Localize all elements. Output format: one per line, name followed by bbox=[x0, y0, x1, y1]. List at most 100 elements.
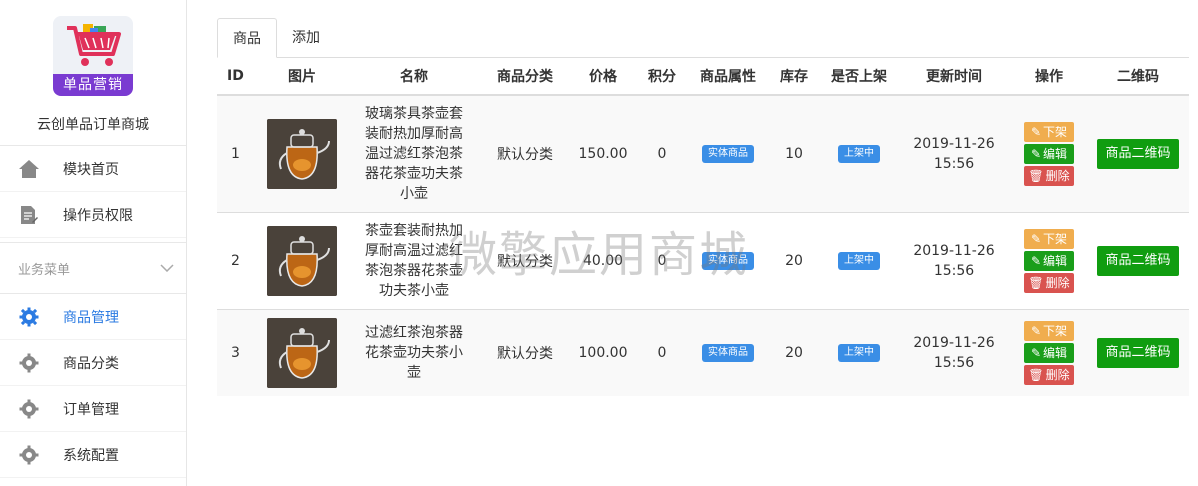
attr-badge: 实体商品 bbox=[702, 145, 754, 164]
delete-button[interactable]: 🗑 删除 bbox=[1024, 272, 1074, 293]
sidebar-item-product-management[interactable]: 商品管理 bbox=[0, 294, 186, 340]
trash-icon: 🗑 bbox=[1028, 275, 1044, 290]
delete-button[interactable]: 🗑 删除 bbox=[1024, 364, 1074, 385]
product-name: 过滤红茶泡茶器花茶壶功夫茶小壶 bbox=[365, 324, 463, 381]
cell-name: 茶壶套装耐热加厚耐高温过滤红茶泡茶器花茶壶功夫茶小壶 bbox=[349, 211, 479, 309]
button-label: 删除 bbox=[1045, 367, 1070, 382]
qrcode-button[interactable]: 商品二维码 bbox=[1097, 245, 1179, 276]
trash-icon: 🗑 bbox=[1028, 367, 1044, 382]
teapot-image bbox=[267, 317, 337, 388]
button-label: 编辑 bbox=[1043, 253, 1068, 268]
main-content: 商品 添加 ID 图片 名称 商品分类 价格 积分 商品属性 库存 是否上架 更… bbox=[187, 0, 1198, 486]
cell-status: 上架中 bbox=[821, 308, 897, 396]
product-thumbnail[interactable] bbox=[267, 118, 337, 189]
cell-stock: 20 bbox=[767, 308, 821, 396]
delete-button[interactable]: 🗑 删除 bbox=[1024, 165, 1074, 186]
table-row[interactable]: 2 茶壶套装耐热加厚耐高温过滤红茶泡茶器花茶壶功夫茶小壶 默认分类 40.00 … bbox=[217, 211, 1189, 309]
col-header-image: 图片 bbox=[255, 58, 349, 96]
col-header-price: 价格 bbox=[571, 58, 635, 96]
cell-actions: ✎ 下架 ✎ 编辑 🗑 删除 bbox=[1011, 94, 1087, 212]
cell-id: 1 bbox=[217, 94, 255, 212]
cell-updated: 2019-11-26 15:56 bbox=[897, 211, 1011, 309]
update-time: 15:56 bbox=[933, 354, 975, 371]
table-row[interactable]: 3 过滤红茶泡茶器花茶壶功夫茶小壶 默认分类 100.00 0 实体商品 20 … bbox=[217, 308, 1189, 396]
edit-button[interactable]: ✎ 编辑 bbox=[1024, 250, 1074, 271]
logo-label: 单品营销 bbox=[53, 74, 133, 96]
cell-actions: ✎ 下架 ✎ 编辑 🗑 删除 bbox=[1011, 211, 1087, 309]
col-header-attr: 商品属性 bbox=[689, 58, 767, 96]
sidebar: 单品营销 云创单品订单商城 模块首页 操作员权限 业务菜单 商品管理 商品分类 … bbox=[0, 0, 187, 486]
edit-button[interactable]: ✎ 编辑 bbox=[1024, 342, 1074, 363]
table-header-row: ID 图片 名称 商品分类 价格 积分 商品属性 库存 是否上架 更新时间 操作… bbox=[217, 58, 1189, 96]
unlist-button[interactable]: ✎ 下架 bbox=[1024, 121, 1074, 142]
app-root: 单品营销 云创单品订单商城 模块首页 操作员权限 业务菜单 商品管理 商品分类 … bbox=[0, 0, 1198, 486]
col-header-updated: 更新时间 bbox=[897, 58, 1011, 96]
sidebar-item-system-config[interactable]: 系统配置 bbox=[0, 432, 186, 478]
edit-button[interactable]: ✎ 编辑 bbox=[1024, 143, 1074, 164]
cell-price: 40.00 bbox=[571, 211, 635, 309]
button-label: 下架 bbox=[1043, 124, 1068, 139]
edit-document-icon bbox=[18, 204, 40, 226]
cell-actions: ✎ 下架 ✎ 编辑 🗑 删除 bbox=[1011, 308, 1087, 396]
group-label: 业务菜单 bbox=[18, 262, 71, 278]
cell-attr: 实体商品 bbox=[689, 94, 767, 212]
sidebar-item-order-management[interactable]: 订单管理 bbox=[0, 386, 186, 432]
cell-name: 玻璃茶具茶壶套装耐热加厚耐高温过滤红茶泡茶器花茶壶功夫茶小壶 bbox=[349, 94, 479, 212]
trash-icon: 🗑 bbox=[1028, 168, 1044, 183]
gear-icon bbox=[18, 352, 40, 374]
unlist-button[interactable]: ✎ 下架 bbox=[1024, 228, 1074, 249]
button-label: 编辑 bbox=[1043, 146, 1068, 161]
cell-stock: 20 bbox=[767, 211, 821, 309]
tab-add[interactable]: 添加 bbox=[277, 18, 335, 58]
cell-updated: 2019-11-26 15:56 bbox=[897, 94, 1011, 212]
col-header-id: ID bbox=[217, 58, 255, 96]
button-label: 下架 bbox=[1043, 323, 1068, 338]
cell-id: 2 bbox=[217, 211, 255, 309]
pencil-icon: ✎ bbox=[1030, 124, 1042, 139]
cell-category: 默认分类 bbox=[479, 211, 571, 309]
qrcode-button[interactable]: 商品二维码 bbox=[1097, 138, 1179, 169]
update-time: 15:56 bbox=[933, 155, 975, 172]
button-label: 编辑 bbox=[1043, 345, 1068, 360]
tab-products[interactable]: 商品 bbox=[217, 18, 277, 58]
product-thumbnail[interactable] bbox=[267, 317, 337, 388]
col-header-category: 商品分类 bbox=[479, 58, 571, 96]
table-row[interactable]: 1 玻璃茶具茶壶套装耐热加厚耐高温过滤红茶泡茶器花茶壶功夫茶小壶 默认分类 15… bbox=[217, 94, 1189, 212]
cell-price: 100.00 bbox=[571, 308, 635, 396]
sidebar-item-label: 商品分类 bbox=[63, 355, 119, 372]
product-table: ID 图片 名称 商品分类 价格 积分 商品属性 库存 是否上架 更新时间 操作… bbox=[217, 58, 1189, 396]
cell-points: 0 bbox=[635, 308, 689, 396]
unlist-button[interactable]: ✎ 下架 bbox=[1024, 320, 1074, 341]
sidebar-item-operator-permissions[interactable]: 操作员权限 bbox=[0, 192, 186, 238]
cell-id: 3 bbox=[217, 308, 255, 396]
gear-icon bbox=[18, 306, 40, 328]
cell-status: 上架中 bbox=[821, 211, 897, 309]
update-date: 2019-11-26 bbox=[913, 135, 995, 152]
shop-name: 云创单品订单商城 bbox=[37, 117, 149, 133]
cell-image bbox=[255, 94, 349, 212]
cell-qrcode: 商品二维码 bbox=[1087, 211, 1189, 309]
teapot-image bbox=[267, 118, 337, 189]
product-thumbnail[interactable] bbox=[267, 225, 337, 296]
pencil-icon: ✎ bbox=[1030, 231, 1042, 246]
sidebar-item-label: 系统配置 bbox=[63, 447, 119, 464]
sidebar-item-product-category[interactable]: 商品分类 bbox=[0, 340, 186, 386]
cell-points: 0 bbox=[635, 211, 689, 309]
col-header-listed: 是否上架 bbox=[821, 58, 897, 96]
chevron-down-icon bbox=[160, 261, 174, 276]
update-time: 15:56 bbox=[933, 262, 975, 279]
status-badge: 上架中 bbox=[838, 145, 880, 164]
cell-stock: 10 bbox=[767, 94, 821, 212]
button-label: 下架 bbox=[1043, 231, 1068, 246]
cell-qrcode: 商品二维码 bbox=[1087, 94, 1189, 212]
qrcode-button[interactable]: 商品二维码 bbox=[1097, 337, 1179, 368]
action-group: ✎ 下架 ✎ 编辑 🗑 删除 bbox=[1011, 121, 1087, 186]
sidebar-item-home[interactable]: 模块首页 bbox=[0, 146, 186, 192]
cell-image bbox=[255, 308, 349, 396]
app-logo[interactable]: 单品营销 bbox=[53, 16, 133, 96]
business-menu-toggle[interactable]: 业务菜单 bbox=[0, 242, 186, 294]
product-name: 茶壶套装耐热加厚耐高温过滤红茶泡茶器花茶壶功夫茶小壶 bbox=[365, 222, 463, 299]
cell-qrcode: 商品二维码 bbox=[1087, 308, 1189, 396]
sidebar-item-label: 模块首页 bbox=[63, 161, 119, 178]
col-header-points: 积分 bbox=[635, 58, 689, 96]
